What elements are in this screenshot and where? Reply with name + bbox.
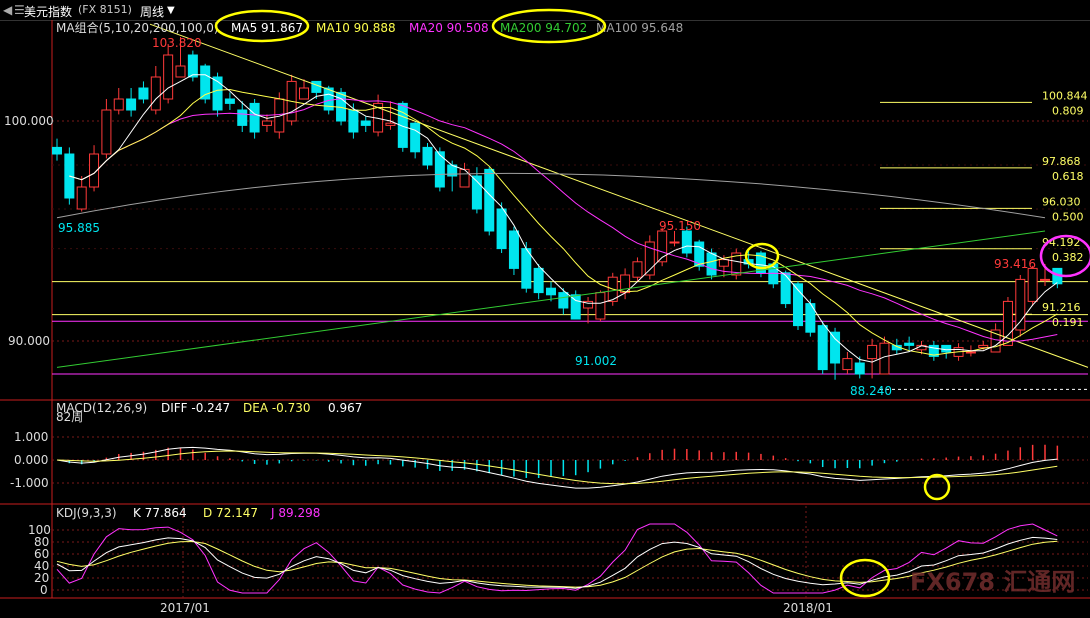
x-axis-label: 2017/01 (160, 601, 210, 615)
candle-body (113, 98, 124, 111)
kdj-tick-label: 0 (40, 583, 48, 597)
y-tick-label: 100.000 (4, 114, 54, 128)
candle-body (76, 186, 87, 210)
candle-body (830, 331, 841, 364)
fib-ratio-label: 0.618 (1052, 170, 1084, 183)
candle-body (410, 122, 421, 153)
fib-ratio-label: 0.809 (1052, 104, 1084, 117)
candle-body (632, 261, 643, 278)
candle-body (965, 351, 976, 354)
candle-body (496, 208, 507, 250)
candle-body (237, 109, 248, 126)
candle-body (595, 292, 606, 320)
ma-group-label: MA组合(5,10,20,200,100,0) (56, 20, 219, 35)
candle-body (1015, 278, 1026, 331)
highlight-circle (923, 473, 951, 501)
candle-body (261, 120, 272, 126)
macd-diff-line (56, 446, 1058, 489)
candle-body (1027, 267, 1038, 302)
macd-value: 0.967 (328, 401, 362, 415)
candle-body (348, 109, 359, 133)
candle-body (200, 65, 211, 100)
candle-body (508, 230, 519, 269)
ma20-legend: MA20 90.508 (409, 21, 489, 35)
candle-body (681, 230, 692, 254)
watermark: FX678 汇通网 (910, 568, 1075, 596)
chart-canvas: 100.000 90.000 100.844 0.809 97.868 0.618 96.0… (0, 8, 1090, 615)
candle-body (706, 252, 717, 276)
fib-ratio-label: 0.382 (1052, 251, 1084, 264)
candle-body (126, 98, 137, 111)
low-price-label: 91.002 (575, 354, 617, 368)
candle-body (360, 120, 371, 126)
macd-name: MACD(12,26,9) (56, 401, 147, 415)
kdj-k: K 77.864 (133, 506, 187, 520)
candle-body (817, 325, 828, 371)
fib-price-label: 97.868 (1042, 155, 1081, 168)
ma200-legend: MA200 94.702 (500, 21, 587, 35)
trend-line (149, 23, 1089, 368)
candle-body (941, 344, 952, 353)
fib-price-label: 91.216 (1042, 301, 1081, 314)
candle-body (187, 54, 198, 78)
candle-body (299, 87, 309, 100)
peak-price-label: 95.150 (659, 219, 701, 233)
kdj-name: KDJ(9,3,3) (56, 506, 117, 520)
low-price-label: 88.240 (850, 384, 892, 398)
candle-body (978, 344, 989, 349)
high-price-label: 103.820 (152, 36, 202, 50)
candle-body (385, 122, 396, 126)
candle-body (138, 87, 149, 100)
candle-body (163, 54, 174, 100)
candle-body (854, 362, 865, 375)
candle-body (780, 272, 791, 305)
kdj-d: D 72.147 (203, 506, 258, 520)
candle-body (867, 344, 878, 360)
macd-dea: DEA -0.730 (243, 401, 311, 415)
candle-body (904, 342, 915, 346)
ma5-legend: MA5 91.867 (231, 21, 303, 35)
kdj-j: J 89.298 (270, 506, 320, 520)
candle-body (101, 109, 112, 155)
candle-body (669, 241, 680, 244)
candle-body (842, 358, 853, 371)
candle-body (521, 248, 532, 289)
macd-tick-label: 0.000 (14, 453, 48, 467)
macd-tick-label: -1.000 (10, 476, 49, 490)
last-high-label: 93.416 (994, 257, 1036, 271)
candle-body (546, 287, 556, 296)
fib-ratio-label: 0.191 (1052, 316, 1084, 329)
ma20-line (81, 98, 1058, 342)
candle-body (484, 168, 495, 232)
macd-diff: DIFF -0.247 (161, 401, 230, 415)
candle-body (533, 267, 544, 294)
candle-body (558, 292, 569, 309)
kdj-d-line (56, 540, 1058, 588)
candle-body (224, 98, 235, 104)
x-axis-label: 2018/01 (783, 601, 833, 615)
candle-body (150, 76, 161, 111)
candle-body (175, 65, 186, 78)
ma10-line (69, 88, 1058, 356)
y-tick-label: 90.000 (8, 334, 50, 348)
kdj-j-line (56, 523, 1058, 594)
candle-body (311, 80, 322, 93)
ma10-legend: MA10 90.888 (316, 21, 396, 35)
ma5-line (69, 74, 1058, 363)
fib-ratio-label: 0.500 (1052, 210, 1084, 223)
candle-body (249, 102, 260, 133)
macd-tick-label: 1.000 (14, 430, 48, 444)
macd-dea-line (56, 450, 1058, 485)
candle-body (1040, 278, 1050, 281)
fib-price-label: 96.030 (1042, 195, 1081, 208)
fib-price-label: 100.844 (1042, 89, 1088, 102)
low-price-label: 95.885 (58, 221, 100, 235)
ma100-line (56, 172, 1046, 219)
ma100-legend: MA100 95.648 (596, 21, 683, 35)
candle-body (718, 259, 729, 267)
candle-body (422, 146, 433, 166)
candle-body (52, 146, 62, 155)
